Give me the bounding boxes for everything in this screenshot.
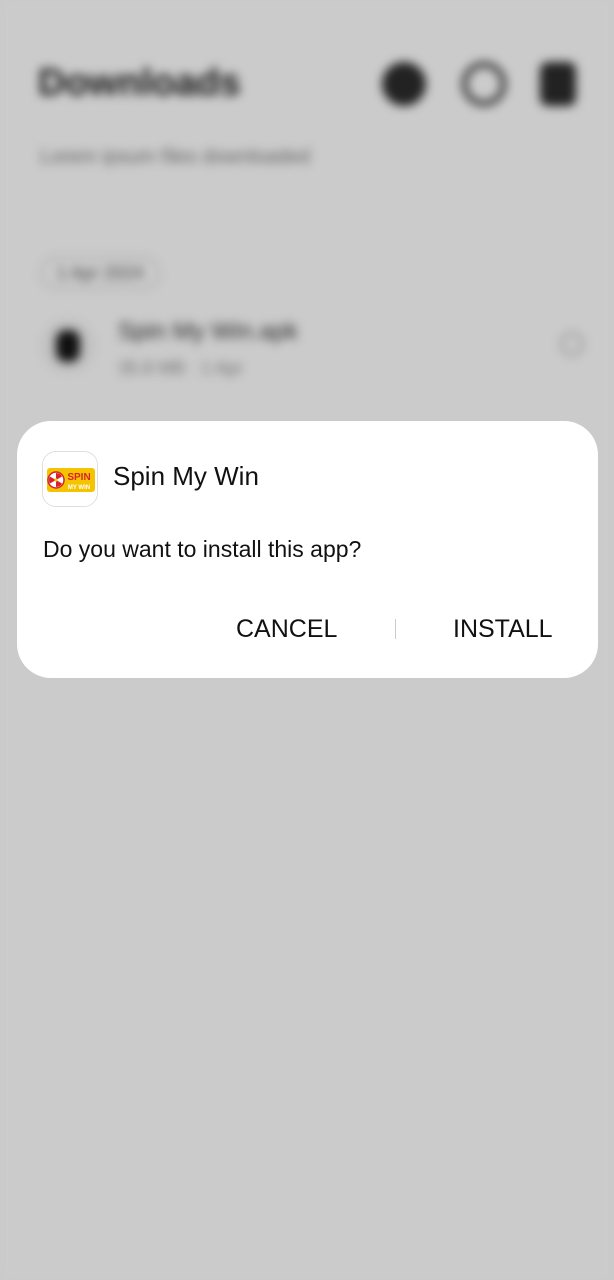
button-divider <box>395 619 396 639</box>
cancel-button[interactable]: CANCEL <box>236 609 338 649</box>
install-button[interactable]: INSTALL <box>453 609 563 649</box>
install-dialog: SPIN MY WIN Spin My Win Do you want to i… <box>17 421 598 678</box>
spin-my-win-logo-icon: SPIN MY WIN <box>42 451 98 507</box>
install-prompt-message: Do you want to install this app? <box>43 536 362 562</box>
svg-text:SPIN: SPIN <box>67 472 90 483</box>
svg-text:MY WIN: MY WIN <box>68 485 90 491</box>
app-name: Spin My Win <box>113 461 259 491</box>
